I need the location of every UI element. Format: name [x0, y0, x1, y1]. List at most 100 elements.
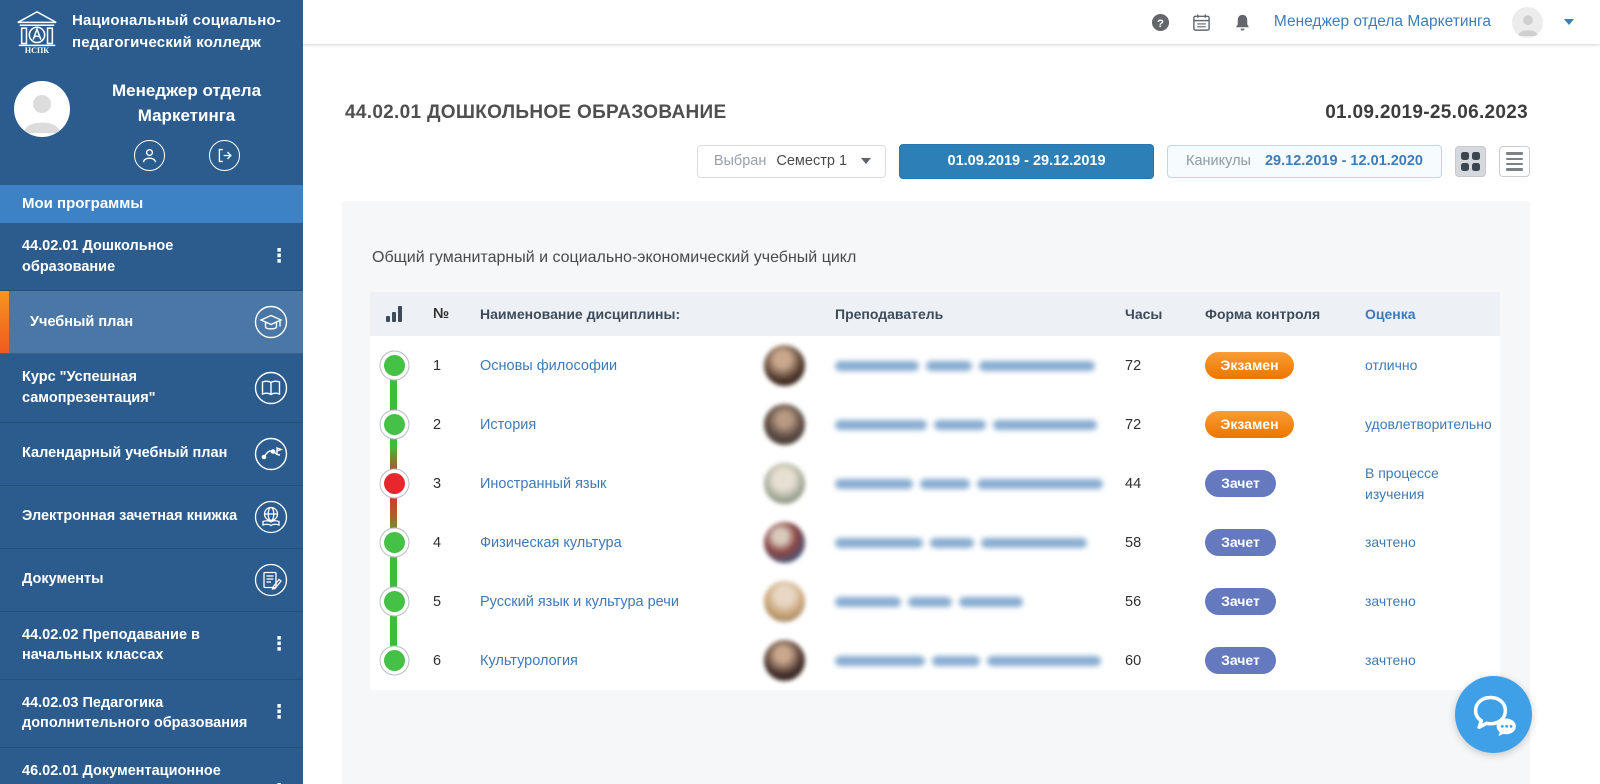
calendar-icon[interactable] [1192, 12, 1212, 32]
app-window: НСПК Национальный социально-педагогическ… [0, 0, 1600, 784]
kebab-menu-icon[interactable]: ⋮ [269, 250, 289, 264]
chat-bubbles-icon [1471, 694, 1517, 736]
grade-value: удовлетворительно [1360, 414, 1500, 434]
control-badge: Зачет [1205, 647, 1276, 674]
disciplines-table: № Наименование дисциплины: Преподаватель… [370, 292, 1500, 690]
col-header-discipline: Наименование дисциплины: [464, 306, 744, 322]
graduation-cap-icon [253, 304, 289, 340]
open-book-icon [253, 370, 289, 406]
semester-select-value: Семестр 1 [776, 153, 847, 169]
status-dot-green [384, 532, 405, 553]
control-badge: Зачет [1205, 470, 1276, 497]
list-view-toggle[interactable] [1499, 146, 1530, 177]
sidebar-section-my-programs: Мои программы [0, 185, 303, 223]
col-header-control: Форма контроля [1190, 306, 1360, 322]
cycle-card: Общий гуманитарный и социально-экономиче… [342, 201, 1530, 784]
college-logo-icon: НСПК [14, 9, 60, 55]
globe-book-icon [253, 499, 289, 535]
college-brand: НСПК Национальный социально-педагогическ… [0, 0, 303, 65]
kebab-menu-icon[interactable]: ⋮ [269, 638, 289, 652]
sidebar: НСПК Национальный социально-педагогическ… [0, 0, 303, 784]
sidebar-item-program-1[interactable]: 44.02.01 Дошкольное образование ⋮ [0, 223, 303, 291]
topbar-user-role[interactable]: Менеджер отдела Маркетинга [1274, 13, 1491, 31]
svg-text:НСПК: НСПК [25, 46, 50, 55]
page-content: 44.02.01 ДОШКОЛЬНОЕ ОБРАЗОВАНИЕ 01.09.20… [303, 44, 1600, 784]
grade-value: В процессе изучения [1360, 463, 1500, 504]
logout-icon[interactable] [209, 140, 240, 171]
svg-text:?: ? [1157, 17, 1164, 29]
discipline-link[interactable]: История [480, 417, 536, 433]
status-dot-red [384, 473, 405, 494]
teacher-name-blurred[interactable] [835, 420, 1110, 430]
discipline-link[interactable]: Русский язык и культура речи [480, 594, 679, 610]
bell-icon[interactable] [1233, 12, 1253, 32]
profile-icon[interactable] [134, 140, 165, 171]
teacher-name-blurred[interactable] [835, 479, 1110, 489]
kebab-menu-icon[interactable]: ⋮ [269, 706, 289, 720]
sidebar-profile: Менеджер отдела Маркетинга [0, 65, 303, 175]
main-area: ? Менеджер отдела Маркетин [303, 0, 1600, 784]
chevron-down-icon [861, 158, 871, 164]
teacher-name-blurred[interactable] [835, 361, 1110, 371]
grade-value: отлично [1360, 355, 1500, 375]
controls-row: Выбран Семестр 1 01.09.2019 - 29.12.2019… [345, 144, 1530, 179]
table-row: 1 Основы философии 72 Экзамен отлично [370, 336, 1500, 395]
sidebar-item-documents[interactable]: Документы [0, 549, 303, 612]
table-header-row: № Наименование дисциплины: Преподаватель… [370, 292, 1500, 336]
teacher-avatar [764, 345, 805, 386]
user-role-label: Менеджер отдела Маркетинга [84, 79, 289, 128]
sidebar-item-course-selfpresentation[interactable]: Курс "Успешная самопрезентация" [0, 354, 303, 422]
teacher-name-blurred[interactable] [835, 538, 1110, 548]
table-row: 5 Русский язык и культура речи 56 Зачет … [370, 572, 1500, 631]
sidebar-item-calendar-plan[interactable]: Календарный учебный план [0, 423, 303, 486]
control-badge: Зачет [1205, 529, 1276, 556]
list-view-icon [1506, 152, 1523, 171]
sidebar-item-curriculum[interactable]: Учебный план [0, 291, 303, 354]
holidays-dates: 29.12.2019 - 12.01.2020 [1265, 153, 1423, 169]
help-icon[interactable]: ? [1151, 12, 1171, 32]
grade-value: зачтено [1360, 591, 1500, 611]
control-badge: Экзамен [1205, 352, 1294, 379]
progress-timeline [390, 366, 397, 661]
topbar-avatar[interactable] [1512, 7, 1543, 38]
table-row: 2 История 72 Экзамен удовлетворительно [370, 395, 1500, 454]
holidays-label: Каникулы [1186, 153, 1251, 169]
semester-select[interactable]: Выбран Семестр 1 [697, 145, 886, 178]
col-header-teacher: Преподаватель [816, 306, 1110, 322]
control-badge: Экзамен [1205, 411, 1294, 438]
teacher-avatar [764, 522, 805, 563]
teacher-avatar [764, 404, 805, 445]
status-dot-green [384, 414, 405, 435]
holidays-button[interactable]: Каникулы 29.12.2019 - 12.01.2020 [1167, 145, 1442, 178]
cycle-title: Общий гуманитарный и социально-экономиче… [370, 249, 1500, 267]
sidebar-item-gradebook[interactable]: Электронная зачетная книжка [0, 486, 303, 549]
program-date-range: 01.09.2019-25.06.2023 [1325, 102, 1528, 124]
control-badge: Зачет [1205, 588, 1276, 615]
table-row: 4 Физическая культура 58 Зачет зачтено [370, 513, 1500, 572]
discipline-link[interactable]: Физическая культура [480, 535, 622, 551]
chat-button[interactable] [1455, 676, 1532, 753]
teacher-avatar [764, 640, 805, 681]
sidebar-item-program-4[interactable]: 46.02.01 Документационное обеспечение уп… [0, 748, 303, 784]
teacher-name-blurred[interactable] [835, 656, 1110, 666]
sidebar-nav: 44.02.01 Дошкольное образование ⋮ Учебны… [0, 223, 303, 784]
teacher-avatar [764, 463, 805, 504]
col-header-num: № [418, 306, 464, 322]
col-header-grade: Оценка [1360, 304, 1500, 324]
table-row: 6 Культурология 60 Зачет зачтено [370, 631, 1500, 690]
calendar-route-icon [253, 436, 289, 472]
status-dot-green [384, 591, 405, 612]
discipline-link[interactable]: Основы философии [480, 358, 617, 374]
top-header: ? Менеджер отдела Маркетин [303, 0, 1600, 44]
discipline-link[interactable]: Культурология [480, 653, 578, 669]
teacher-name-blurred[interactable] [835, 597, 1110, 607]
user-menu-caret-icon[interactable] [1564, 19, 1574, 25]
grade-value: зачтено [1360, 532, 1500, 552]
user-avatar [14, 81, 70, 137]
sidebar-item-program-3[interactable]: 44.02.03 Педагогика дополнительного обра… [0, 680, 303, 748]
grid-view-toggle[interactable] [1455, 146, 1486, 177]
sidebar-item-program-2[interactable]: 44.02.02 Преподавание в начальных класса… [0, 612, 303, 680]
discipline-link[interactable]: Иностранный язык [480, 476, 606, 492]
period-button[interactable]: 01.09.2019 - 29.12.2019 [899, 144, 1154, 179]
grid-view-icon [1461, 152, 1480, 171]
